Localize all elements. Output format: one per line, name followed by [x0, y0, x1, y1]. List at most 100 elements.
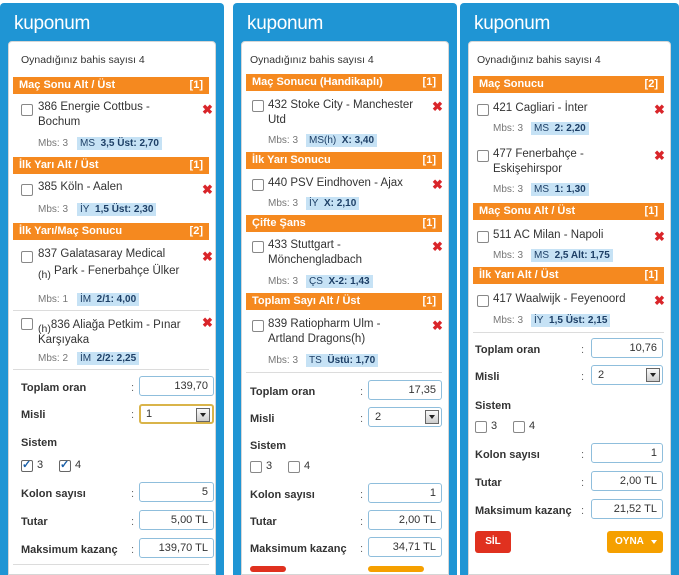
bet-match: 511 AC Milan - Napoli	[493, 228, 603, 243]
close-icon[interactable]: ✖	[654, 294, 665, 307]
section-name: Toplam Sayı Alt / Üst	[252, 295, 361, 307]
section-count: [1]	[422, 295, 436, 307]
close-icon[interactable]: ✖	[202, 183, 213, 196]
chevron-down-icon[interactable]	[196, 408, 210, 422]
misli-select[interactable]: 2	[591, 365, 663, 385]
bet-match: 837 Galatasaray Medical	[38, 247, 165, 262]
total-odds-field: 17,35	[368, 380, 442, 400]
max-win-label: Maksimum kazanç	[250, 543, 347, 555]
divider	[473, 332, 664, 333]
bet-odds: X-2: 1,43	[328, 276, 370, 287]
tutar-field[interactable]: 2,00 TL	[591, 471, 663, 491]
tutar-field[interactable]: 2,00 TL	[368, 510, 442, 530]
section-count: [1]	[422, 76, 436, 88]
bet-mbs: Mbs: 3	[493, 184, 524, 195]
bet-checkbox[interactable]	[21, 184, 33, 196]
sistem-option-4: 4	[75, 459, 82, 471]
close-icon[interactable]: ✖	[432, 100, 443, 113]
bet-checkbox[interactable]	[252, 320, 264, 332]
bet-market: İY	[80, 204, 90, 215]
chevron-down-icon[interactable]	[425, 410, 439, 424]
sistem-checkbox-4[interactable]	[59, 458, 71, 472]
misli-select[interactable]: 2	[368, 407, 442, 427]
misli-select[interactable]: 1	[139, 404, 214, 424]
close-icon[interactable]: ✖	[202, 316, 213, 329]
close-icon[interactable]: ✖	[432, 240, 443, 253]
colon: :	[131, 544, 135, 556]
bet-pick: MS 2,5 Alt: 1,75	[531, 249, 613, 262]
divider	[13, 310, 209, 311]
bet-checkbox[interactable]	[21, 318, 33, 330]
bet-checkbox[interactable]	[477, 150, 489, 162]
sistem-option-3: 3	[37, 459, 44, 471]
section-header: Çifte Şans [1]	[246, 215, 442, 232]
colon: :	[131, 382, 135, 394]
bet-market: İM	[80, 353, 92, 364]
bet-match: 433 Stuttgart - Mönchengladbach	[268, 238, 362, 268]
bet-teams: Galatasaray Medical	[60, 248, 166, 260]
section-name: İlk Yarı Alt / Üst	[19, 159, 99, 171]
coupon-body: Oynadığınız bahis sayısı 4 Maç Sonu Alt …	[8, 41, 216, 575]
bet-teams: Köln - Aalen	[60, 181, 123, 193]
sistem-checkbox-4[interactable]	[513, 421, 525, 433]
bet-checkbox[interactable]	[252, 241, 264, 253]
bet-teams: Fenerbahçe -	[515, 148, 584, 160]
bet-code: 386	[38, 101, 58, 113]
kolon-label: Kolon sayısı	[475, 449, 540, 461]
panel-title: kuponum	[14, 13, 91, 34]
section-count: [2]	[644, 78, 658, 90]
sistem-checkbox-3[interactable]	[475, 421, 487, 433]
bet-mbs: Mbs: 2	[38, 353, 69, 364]
colon: :	[360, 489, 364, 501]
bet-checkbox[interactable]	[21, 251, 33, 263]
bet-checkbox[interactable]	[477, 231, 489, 243]
close-icon[interactable]: ✖	[432, 319, 443, 332]
bet-checkbox[interactable]	[252, 100, 264, 112]
panel-title: kuponum	[247, 13, 324, 34]
section-count: [1]	[189, 79, 203, 91]
bet-checkbox[interactable]	[477, 295, 489, 307]
close-icon[interactable]: ✖	[202, 103, 213, 116]
bet-market: MS	[534, 250, 549, 261]
sistem-checkbox-3[interactable]	[21, 458, 33, 472]
section-name: İlk Yarı Sonucu	[252, 154, 331, 166]
bet-pick: TS Üstü: 1,70	[306, 354, 379, 367]
bet-pick: İM 2/1: 4,00	[77, 293, 140, 306]
colon: :	[360, 413, 364, 425]
delete-button[interactable]: SİL	[475, 531, 511, 553]
colon: :	[581, 344, 585, 356]
sistem-checkbox-4[interactable]	[288, 461, 300, 473]
bet-match: 440 PSV Eindhoven - Ajax	[268, 176, 403, 191]
tutar-field[interactable]: 5,00 TL	[139, 510, 214, 530]
colon: :	[360, 516, 364, 528]
play-button[interactable]: OYNA	[607, 531, 663, 553]
bet-checkbox[interactable]	[21, 104, 33, 116]
section-header: İlk Yarı Alt / Üst [1]	[13, 157, 209, 174]
coupon-panel-1: kuponum Oynadığınız bahis sayısı 4 Maç S…	[0, 3, 224, 575]
close-icon[interactable]: ✖	[654, 230, 665, 243]
bet-teams-2: Park - Fenerbahçe Ülker	[54, 265, 180, 277]
close-icon[interactable]: ✖	[202, 250, 213, 263]
tutar-label: Tutar	[250, 516, 277, 528]
close-icon[interactable]: ✖	[654, 103, 665, 116]
bet-checkbox[interactable]	[252, 179, 264, 191]
tutar-label: Tutar	[475, 477, 502, 489]
bet-checkbox[interactable]	[477, 104, 489, 116]
max-win-field: 34,71 TL	[368, 537, 442, 557]
section-name: Maç Sonu Alt / Üst	[19, 79, 116, 91]
kolon-field: 5	[139, 482, 214, 502]
close-icon[interactable]: ✖	[432, 178, 443, 191]
bet-teams: Waalwijk - Feyenoord	[515, 293, 626, 305]
delete-button-partial[interactable]	[250, 566, 286, 572]
misli-label: Misli	[475, 371, 500, 383]
play-button-partial[interactable]	[368, 566, 424, 572]
bet-teams: AC Milan - Napoli	[513, 229, 604, 241]
bet-match: 432 Stoke City - Manchester Utd	[268, 98, 413, 128]
misli-value: 2	[598, 369, 605, 381]
sistem-option-3: 3	[491, 420, 498, 432]
close-icon[interactable]: ✖	[654, 149, 665, 162]
chevron-down-icon[interactable]	[646, 368, 660, 382]
section-header: Maç Sonu Alt / Üst [1]	[13, 77, 209, 94]
sistem-checkbox-3[interactable]	[250, 461, 262, 473]
colon: :	[581, 477, 585, 489]
